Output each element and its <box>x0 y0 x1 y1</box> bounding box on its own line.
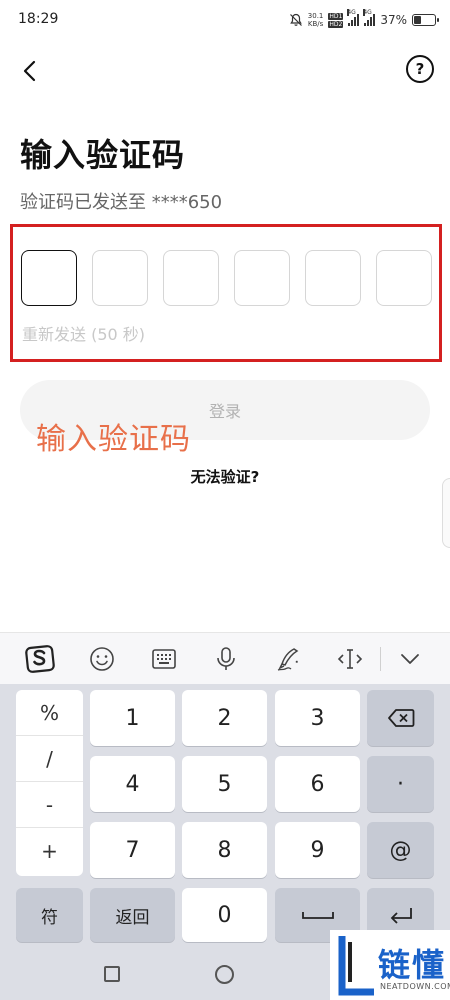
key-0[interactable]: 0 <box>182 888 267 942</box>
net-speed-unit: KB/s <box>307 20 324 28</box>
edge-handle[interactable] <box>442 478 450 548</box>
net-speed: 30.1 KB/s <box>308 12 324 28</box>
back-button[interactable] <box>14 54 48 88</box>
resend-countdown: 重新发送 (50 秒) <box>22 325 146 344</box>
emoji-glyph <box>90 647 114 671</box>
page-title: 输入验证码 <box>20 136 186 174</box>
key-minus[interactable]: - <box>16 782 83 828</box>
hd-badge-1: HD1 <box>328 12 344 20</box>
emoji-icon[interactable] <box>86 643 118 675</box>
code-input-boxes[interactable] <box>21 250 432 306</box>
cant-verify-link[interactable]: 无法验证? <box>0 466 450 487</box>
key-5[interactable]: 5 <box>182 756 267 812</box>
question-circle-icon: ? <box>415 60 425 78</box>
keyboard-glyph <box>152 649 176 669</box>
chevron-down-icon[interactable] <box>394 643 426 675</box>
sogou-logo-glyph <box>25 645 55 673</box>
key-at[interactable]: @ <box>367 822 434 878</box>
space-icon <box>301 912 334 919</box>
handwriting-icon[interactable] <box>272 643 304 675</box>
code-digit-box-4[interactable] <box>234 250 290 306</box>
microphone-icon[interactable] <box>210 643 242 675</box>
mute-bell-icon <box>289 13 302 26</box>
key-plus[interactable]: + <box>16 828 83 874</box>
hd-badge: HD1 HD2 <box>328 12 344 28</box>
status-indicators: 30.1 KB/s HD1 HD2 4G 4G 37% <box>289 9 439 30</box>
code-digit-box-6[interactable] <box>376 250 432 306</box>
key-4[interactable]: 4 <box>90 756 175 812</box>
toolbar-separator <box>380 647 381 671</box>
battery-percent: 37% <box>380 13 407 27</box>
key-1[interactable]: 1 <box>90 690 175 746</box>
key-dot[interactable]: · <box>367 756 434 812</box>
key-3[interactable]: 3 <box>275 690 360 746</box>
signal-icon-1: 4G <box>347 9 360 26</box>
overlay-caption: 输入验证码 <box>36 422 191 457</box>
net-speed-value: 30.1 <box>307 12 324 20</box>
network-label-2: 4G <box>363 9 372 16</box>
key-9[interactable]: 9 <box>275 822 360 878</box>
code-digit-box-3[interactable] <box>163 250 219 306</box>
sogou-logo-icon[interactable] <box>24 643 56 675</box>
chevron-down-glyph <box>401 654 419 664</box>
key-symbol-switch[interactable]: 符 <box>16 888 83 942</box>
home-circle-icon[interactable] <box>215 965 234 984</box>
battery-icon <box>412 14 439 26</box>
network-label-1: 4G <box>347 9 356 16</box>
code-digit-box-5[interactable] <box>305 250 361 306</box>
backspace-icon <box>387 709 414 727</box>
key-slash[interactable]: / <box>16 736 83 782</box>
battery-fill <box>414 16 422 24</box>
sent-to-subtitle: 验证码已发送至 ****650 <box>20 192 223 213</box>
signal-icon-2: 4G <box>363 9 376 26</box>
keyboard-icon[interactable] <box>148 643 180 675</box>
help-button[interactable]: ? <box>406 55 434 83</box>
key-7[interactable]: 7 <box>90 822 175 878</box>
microphone-glyph <box>217 647 235 670</box>
handwriting-glyph <box>277 648 299 671</box>
status-time: 18:29 <box>18 11 59 27</box>
key-6[interactable]: 6 <box>275 756 360 812</box>
watermark-subtext: NEATDOWN.COM <box>380 982 450 991</box>
hd-badge-2: HD2 <box>328 20 344 28</box>
status-bar: 18:29 30.1 KB/s HD1 HD2 4G 4G 37% <box>0 0 450 42</box>
watermark: 链懂 NEATDOWN.COM <box>330 930 450 1000</box>
enter-icon <box>390 908 412 924</box>
chevron-left-icon <box>23 60 36 82</box>
code-digit-box-1[interactable] <box>21 250 77 306</box>
key-8[interactable]: 8 <box>182 822 267 878</box>
code-digit-box-2[interactable] <box>92 250 148 306</box>
recents-square-icon[interactable] <box>104 966 120 982</box>
cursor-move-glyph <box>337 649 363 669</box>
key-back[interactable]: 返回 <box>90 888 175 942</box>
watermark-text: 链懂 <box>378 946 447 984</box>
code-input-highlight: 重新发送 (50 秒) <box>10 224 442 362</box>
keyboard-toolbar <box>0 632 450 684</box>
symbol-column: % / - + <box>16 690 83 876</box>
key-backspace[interactable] <box>367 690 434 746</box>
key-2[interactable]: 2 <box>182 690 267 746</box>
watermark-logo-icon <box>338 936 374 996</box>
cursor-move-icon[interactable] <box>334 643 366 675</box>
key-percent[interactable]: % <box>16 690 83 736</box>
